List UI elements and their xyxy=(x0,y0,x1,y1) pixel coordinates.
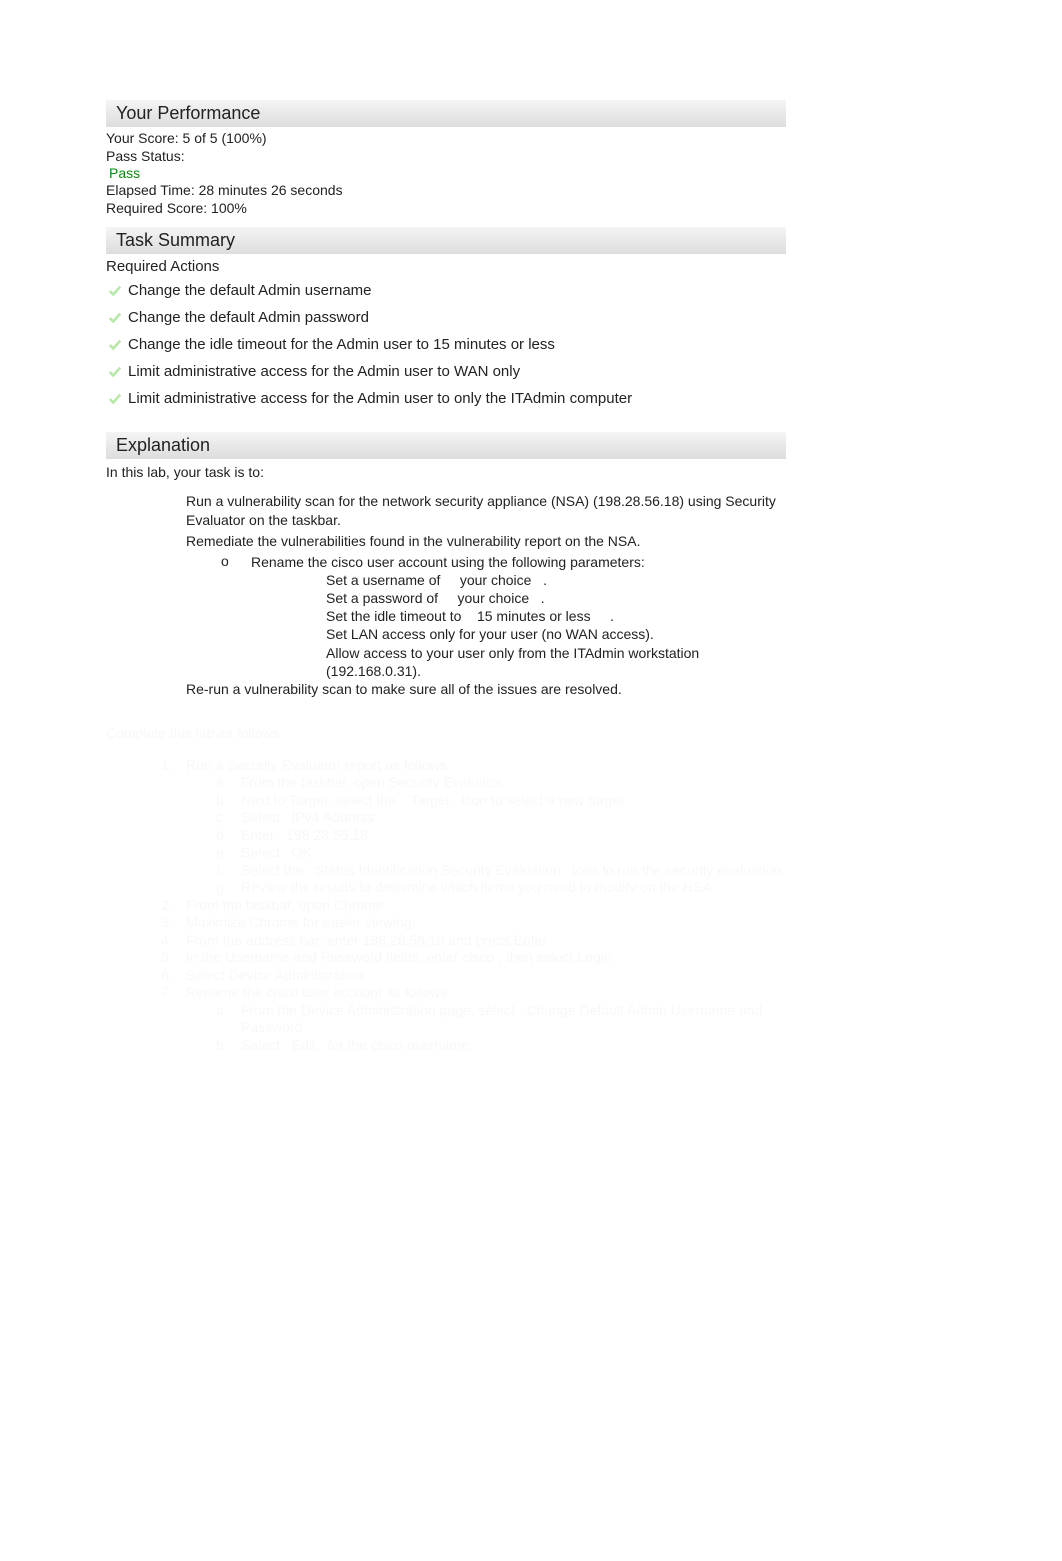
subsub-text: Set a username of your choice . xyxy=(326,571,786,589)
list-item: a. From the taskbar, open Security Evalu… xyxy=(216,774,786,792)
subsub-text: Set LAN access only for your user (no WA… xyxy=(326,625,786,643)
list-item: d. Enter 198.28.56.18 . xyxy=(216,827,786,845)
num-text: From the taskbar, open Chrome. xyxy=(186,897,786,915)
num-text: Run a Security Evaluator report as follo… xyxy=(186,757,786,775)
letter-text: Review the results to determine which it… xyxy=(241,879,786,897)
check-icon xyxy=(108,284,122,298)
letter-text: Select the Status Identification Securit… xyxy=(241,862,786,880)
action-item: Change the default Admin username xyxy=(106,277,786,304)
list-item: a. From the Device Administration page, … xyxy=(216,1002,786,1037)
num-marker: 4. xyxy=(161,932,186,948)
num-marker: 6. xyxy=(161,967,186,983)
num-text: In the Username and Password fields, ent… xyxy=(186,949,786,967)
subsub-text: Allow access to your user only from the … xyxy=(326,644,786,680)
letter-marker: c. xyxy=(216,809,241,825)
subsub-text: Set the idle timeout to 15 minutes or le… xyxy=(326,607,786,625)
letter-text: From the taskbar, open Security Evaluato… xyxy=(241,774,786,792)
bullet-text: Run a vulnerability scan for the network… xyxy=(186,492,786,530)
score-text: Your Score: 5 of 5 (100%) xyxy=(106,129,786,147)
action-text: Change the default Admin username xyxy=(128,282,372,299)
action-item: Change the default Admin password xyxy=(106,304,786,331)
letter-text: Next to Target, select the Target icon t… xyxy=(241,792,786,810)
list-item: 4. From the address bar, enter 198.28.56… xyxy=(161,932,786,950)
letter-text: Enter 198.28.56.18 . xyxy=(241,827,786,845)
numbered-steps: 1. Run a Security Evaluator report as fo… xyxy=(106,757,786,1055)
num-marker: 3. xyxy=(161,914,186,930)
num-marker: 5. xyxy=(161,949,186,965)
letter-marker: a. xyxy=(216,774,241,790)
check-icon xyxy=(108,338,122,352)
letter-marker: a. xyxy=(216,1002,241,1018)
required-score-text: Required Score: 100% xyxy=(106,199,786,217)
letter-marker: b. xyxy=(216,792,241,808)
check-icon xyxy=(108,311,122,325)
explanation-heading: Explanation xyxy=(106,432,786,459)
list-item: 6. Select Device Administration . xyxy=(161,967,786,985)
letter-text: From the Device Administration page, sel… xyxy=(241,1002,786,1037)
action-item: Limit administrative access for the Admi… xyxy=(106,385,786,412)
bullet-text: Re-run a vulnerability scan to make sure… xyxy=(186,680,786,699)
sub-text: Rename the cisco user account using the … xyxy=(251,553,786,571)
list-item: 3. Maximize Chrome for easier viewing. xyxy=(161,914,786,932)
list-item: Set a username of your choice . xyxy=(301,571,786,589)
num-text: Maximize Chrome for easier viewing. xyxy=(186,914,786,932)
num-marker: 2. xyxy=(161,897,186,913)
letter-marker: f. xyxy=(216,862,241,878)
bullet-text: Remediate the vulnerabilities found in t… xyxy=(186,532,786,551)
subsub-list: Set a username of your choice . Set a pa… xyxy=(221,571,786,680)
action-text: Limit administrative access for the Admi… xyxy=(128,390,632,407)
list-item: 5. In the Username and Password fields, … xyxy=(161,949,786,967)
letter-marker: d. xyxy=(216,827,241,843)
letter-text: Select Edit for the cisco username. xyxy=(241,1037,786,1055)
action-text: Change the default Admin password xyxy=(128,309,369,326)
sub-list: o Rename the cisco user account using th… xyxy=(166,553,786,680)
required-actions-label: Required Actions xyxy=(106,256,786,277)
check-icon xyxy=(108,365,122,379)
list-item: o Rename the cisco user account using th… xyxy=(221,553,786,571)
elapsed-time-text: Elapsed Time: 28 minutes 26 seconds xyxy=(106,181,786,199)
action-item: Limit administrative access for the Admi… xyxy=(106,358,786,385)
num-text: Rename the cisco user account as follows… xyxy=(186,984,786,1002)
list-item: g. Review the results to determine which… xyxy=(216,879,786,897)
sub-marker: o xyxy=(221,553,251,569)
list-item: c. Select IPv4 Address . xyxy=(216,809,786,827)
list-item: e. Select OK . xyxy=(216,844,786,862)
action-text: Limit administrative access for the Admi… xyxy=(128,363,520,380)
action-text: Change the idle timeout for the Admin us… xyxy=(128,336,555,353)
subsub-text: Set a password of your choice . xyxy=(326,589,786,607)
letter-marker: e. xyxy=(216,844,241,860)
list-item: Remediate the vulnerabilities found in t… xyxy=(166,532,786,551)
list-item: b. Next to Target, select the Target ico… xyxy=(216,792,786,810)
list-item: Allow access to your user only from the … xyxy=(301,644,786,680)
check-icon xyxy=(108,392,122,406)
list-item: f. Select the Status Identification Secu… xyxy=(216,862,786,880)
faded-instructions: Complete this lab as follows: 1. Run a S… xyxy=(106,719,786,1055)
list-item: Set LAN access only for your user (no WA… xyxy=(301,625,786,643)
num-text: Select Device Administration . xyxy=(186,967,786,985)
num-text: From the address bar, enter 198.28.56.18… xyxy=(186,932,786,950)
num-marker: 1. xyxy=(161,757,186,773)
num-marker: 7. xyxy=(161,984,186,1000)
list-item: Run a vulnerability scan for the network… xyxy=(166,492,786,530)
list-item: 1. Run a Security Evaluator report as fo… xyxy=(161,757,786,775)
letter-marker: g. xyxy=(216,879,241,895)
list-item: b. Select Edit for the cisco username. xyxy=(216,1037,786,1055)
faded-heading: Complete this lab as follows: xyxy=(106,719,786,747)
explanation-intro: In this lab, your task is to: xyxy=(106,461,786,492)
letter-text: Select OK . xyxy=(241,844,786,862)
pass-status-value: Pass xyxy=(106,165,786,181)
list-item: 2. From the taskbar, open Chrome. xyxy=(161,897,786,915)
list-item: 7. Rename the cisco user account as foll… xyxy=(161,984,786,1002)
list-item: Re-run a vulnerability scan to make sure… xyxy=(166,680,786,699)
explanation-list: Run a vulnerability scan for the network… xyxy=(106,492,786,699)
action-item: Change the idle timeout for the Admin us… xyxy=(106,331,786,358)
pass-status-label: Pass Status: xyxy=(106,147,786,165)
letter-text: Select IPv4 Address . xyxy=(241,809,786,827)
list-item: Set a password of your choice . xyxy=(301,589,786,607)
list-item: Set the idle timeout to 15 minutes or le… xyxy=(301,607,786,625)
task-summary-heading: Task Summary xyxy=(106,227,786,254)
letter-marker: b. xyxy=(216,1037,241,1053)
performance-heading: Your Performance xyxy=(106,100,786,127)
